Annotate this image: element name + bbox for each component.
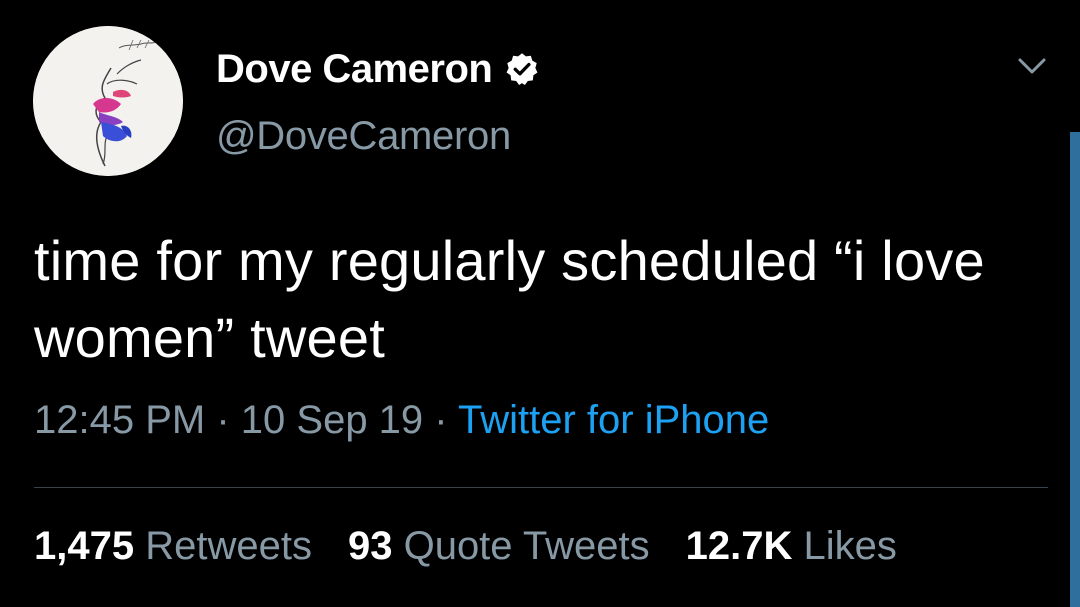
retweets-label: Retweets	[145, 524, 312, 568]
quote-tweets-stat[interactable]: 93 Quote Tweets	[348, 524, 650, 569]
verified-badge-icon	[504, 51, 540, 87]
likes-stat[interactable]: 12.7K Likes	[686, 524, 897, 569]
author-name-row: Dove Cameron	[216, 44, 540, 94]
quote-tweets-label: Quote Tweets	[403, 524, 650, 568]
scrollbar[interactable]	[1070, 132, 1080, 607]
divider	[34, 487, 1048, 488]
tweet-stats: 1,475 Retweets 93 Quote Tweets 12.7K Lik…	[34, 524, 933, 569]
meta-separator: ·	[216, 398, 241, 442]
likes-label: Likes	[803, 524, 897, 568]
avatar-illustration	[33, 26, 183, 176]
tweet-source-link[interactable]: Twitter for iPhone	[458, 398, 769, 442]
tweet-text: time for my regularly scheduled “i love …	[34, 229, 985, 369]
meta-separator: ·	[434, 398, 459, 442]
tweet-meta: 12:45 PM · 10 Sep 19 · Twitter for iPhon…	[34, 398, 769, 443]
author-handle[interactable]: @DoveCameron	[216, 114, 511, 159]
retweets-count: 1,475	[34, 524, 146, 568]
retweets-stat[interactable]: 1,475 Retweets	[34, 524, 312, 569]
tweet-time[interactable]: 12:45 PM	[34, 398, 205, 442]
likes-count: 12.7K	[685, 524, 804, 568]
tweet-date[interactable]: 10 Sep 19	[241, 398, 423, 442]
author-display-name[interactable]: Dove Cameron	[216, 47, 493, 92]
chevron-down-icon[interactable]	[1012, 52, 1052, 82]
quote-tweets-count: 93	[347, 524, 404, 568]
tweet-detail: Dove Cameron @DoveCameron time for my re…	[0, 0, 1080, 607]
avatar[interactable]	[33, 26, 183, 176]
